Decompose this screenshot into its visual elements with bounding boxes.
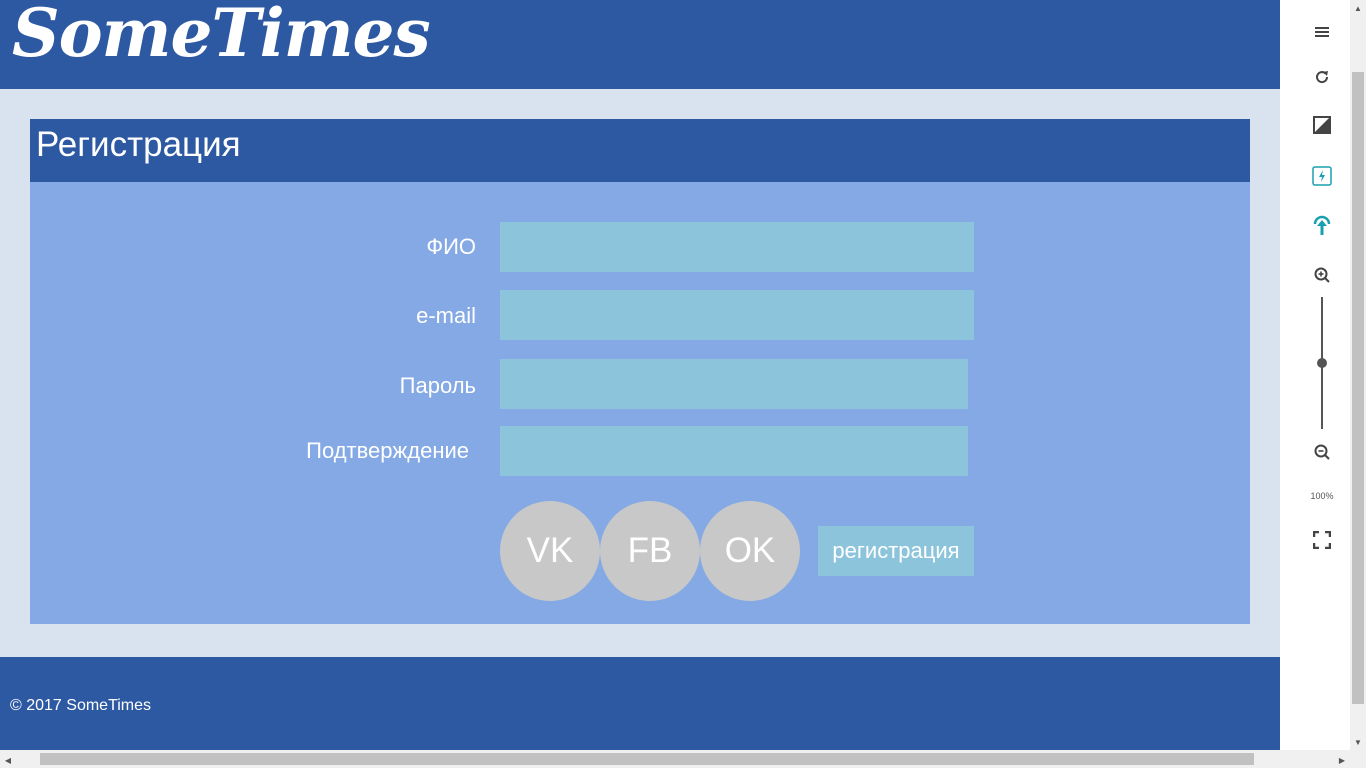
contrast-icon[interactable] <box>1309 112 1335 138</box>
scroll-down-arrow-icon[interactable]: ▼ <box>1350 734 1366 750</box>
page-viewport: SomeTimes Регистрация ФИО e-mail Пароль … <box>0 0 1280 750</box>
password-label: Пароль <box>399 373 476 398</box>
email-label: e-mail <box>416 303 476 328</box>
tool-panel: 100% <box>1280 0 1350 750</box>
vertical-scrollbar-thumb[interactable] <box>1352 72 1364 704</box>
scrollbar-corner <box>1350 750 1366 768</box>
copyright-text: © 2017 SomeTimes <box>10 697 152 714</box>
site-logo[interactable]: SomeTimes <box>12 0 431 72</box>
confirm-password-input[interactable] <box>500 426 968 476</box>
fio-input[interactable] <box>500 222 974 272</box>
menu-icon[interactable] <box>1309 19 1335 45</box>
scroll-right-arrow-icon[interactable]: ▶ <box>1334 752 1350 768</box>
registration-form: ФИО e-mail Пароль Подтверждение VK FB OK… <box>30 182 1250 624</box>
scroll-up-arrow-icon[interactable]: ▲ <box>1350 0 1366 16</box>
site-footer: © 2017 SomeTimes <box>0 657 1280 750</box>
site-header: SomeTimes <box>0 0 1280 89</box>
zoom-level: 100% <box>1310 491 1334 501</box>
password-input[interactable] <box>500 359 968 409</box>
email-input[interactable] <box>500 290 974 340</box>
fb-login-button[interactable]: FB <box>600 501 700 601</box>
page-title: Регистрация <box>36 125 241 164</box>
registration-card-header: Регистрация <box>30 119 1250 182</box>
fullscreen-icon[interactable] <box>1309 527 1335 553</box>
confirm-password-label: Подтверждение <box>306 438 469 463</box>
flash-icon[interactable] <box>1309 163 1335 189</box>
horizontal-scrollbar-thumb[interactable] <box>40 753 1254 765</box>
vk-login-button[interactable]: VK <box>500 501 600 601</box>
refresh-icon[interactable] <box>1309 64 1335 90</box>
upload-icon[interactable] <box>1309 213 1335 239</box>
scroll-left-arrow-icon[interactable]: ◀ <box>0 752 16 768</box>
fio-label: ФИО <box>426 234 476 259</box>
zoom-in-icon[interactable] <box>1309 262 1335 288</box>
zoom-slider-handle[interactable] <box>1317 358 1327 368</box>
register-button[interactable]: регистрация <box>818 526 974 576</box>
ok-login-button[interactable]: OK <box>700 501 800 601</box>
zoom-out-icon[interactable] <box>1309 439 1335 465</box>
